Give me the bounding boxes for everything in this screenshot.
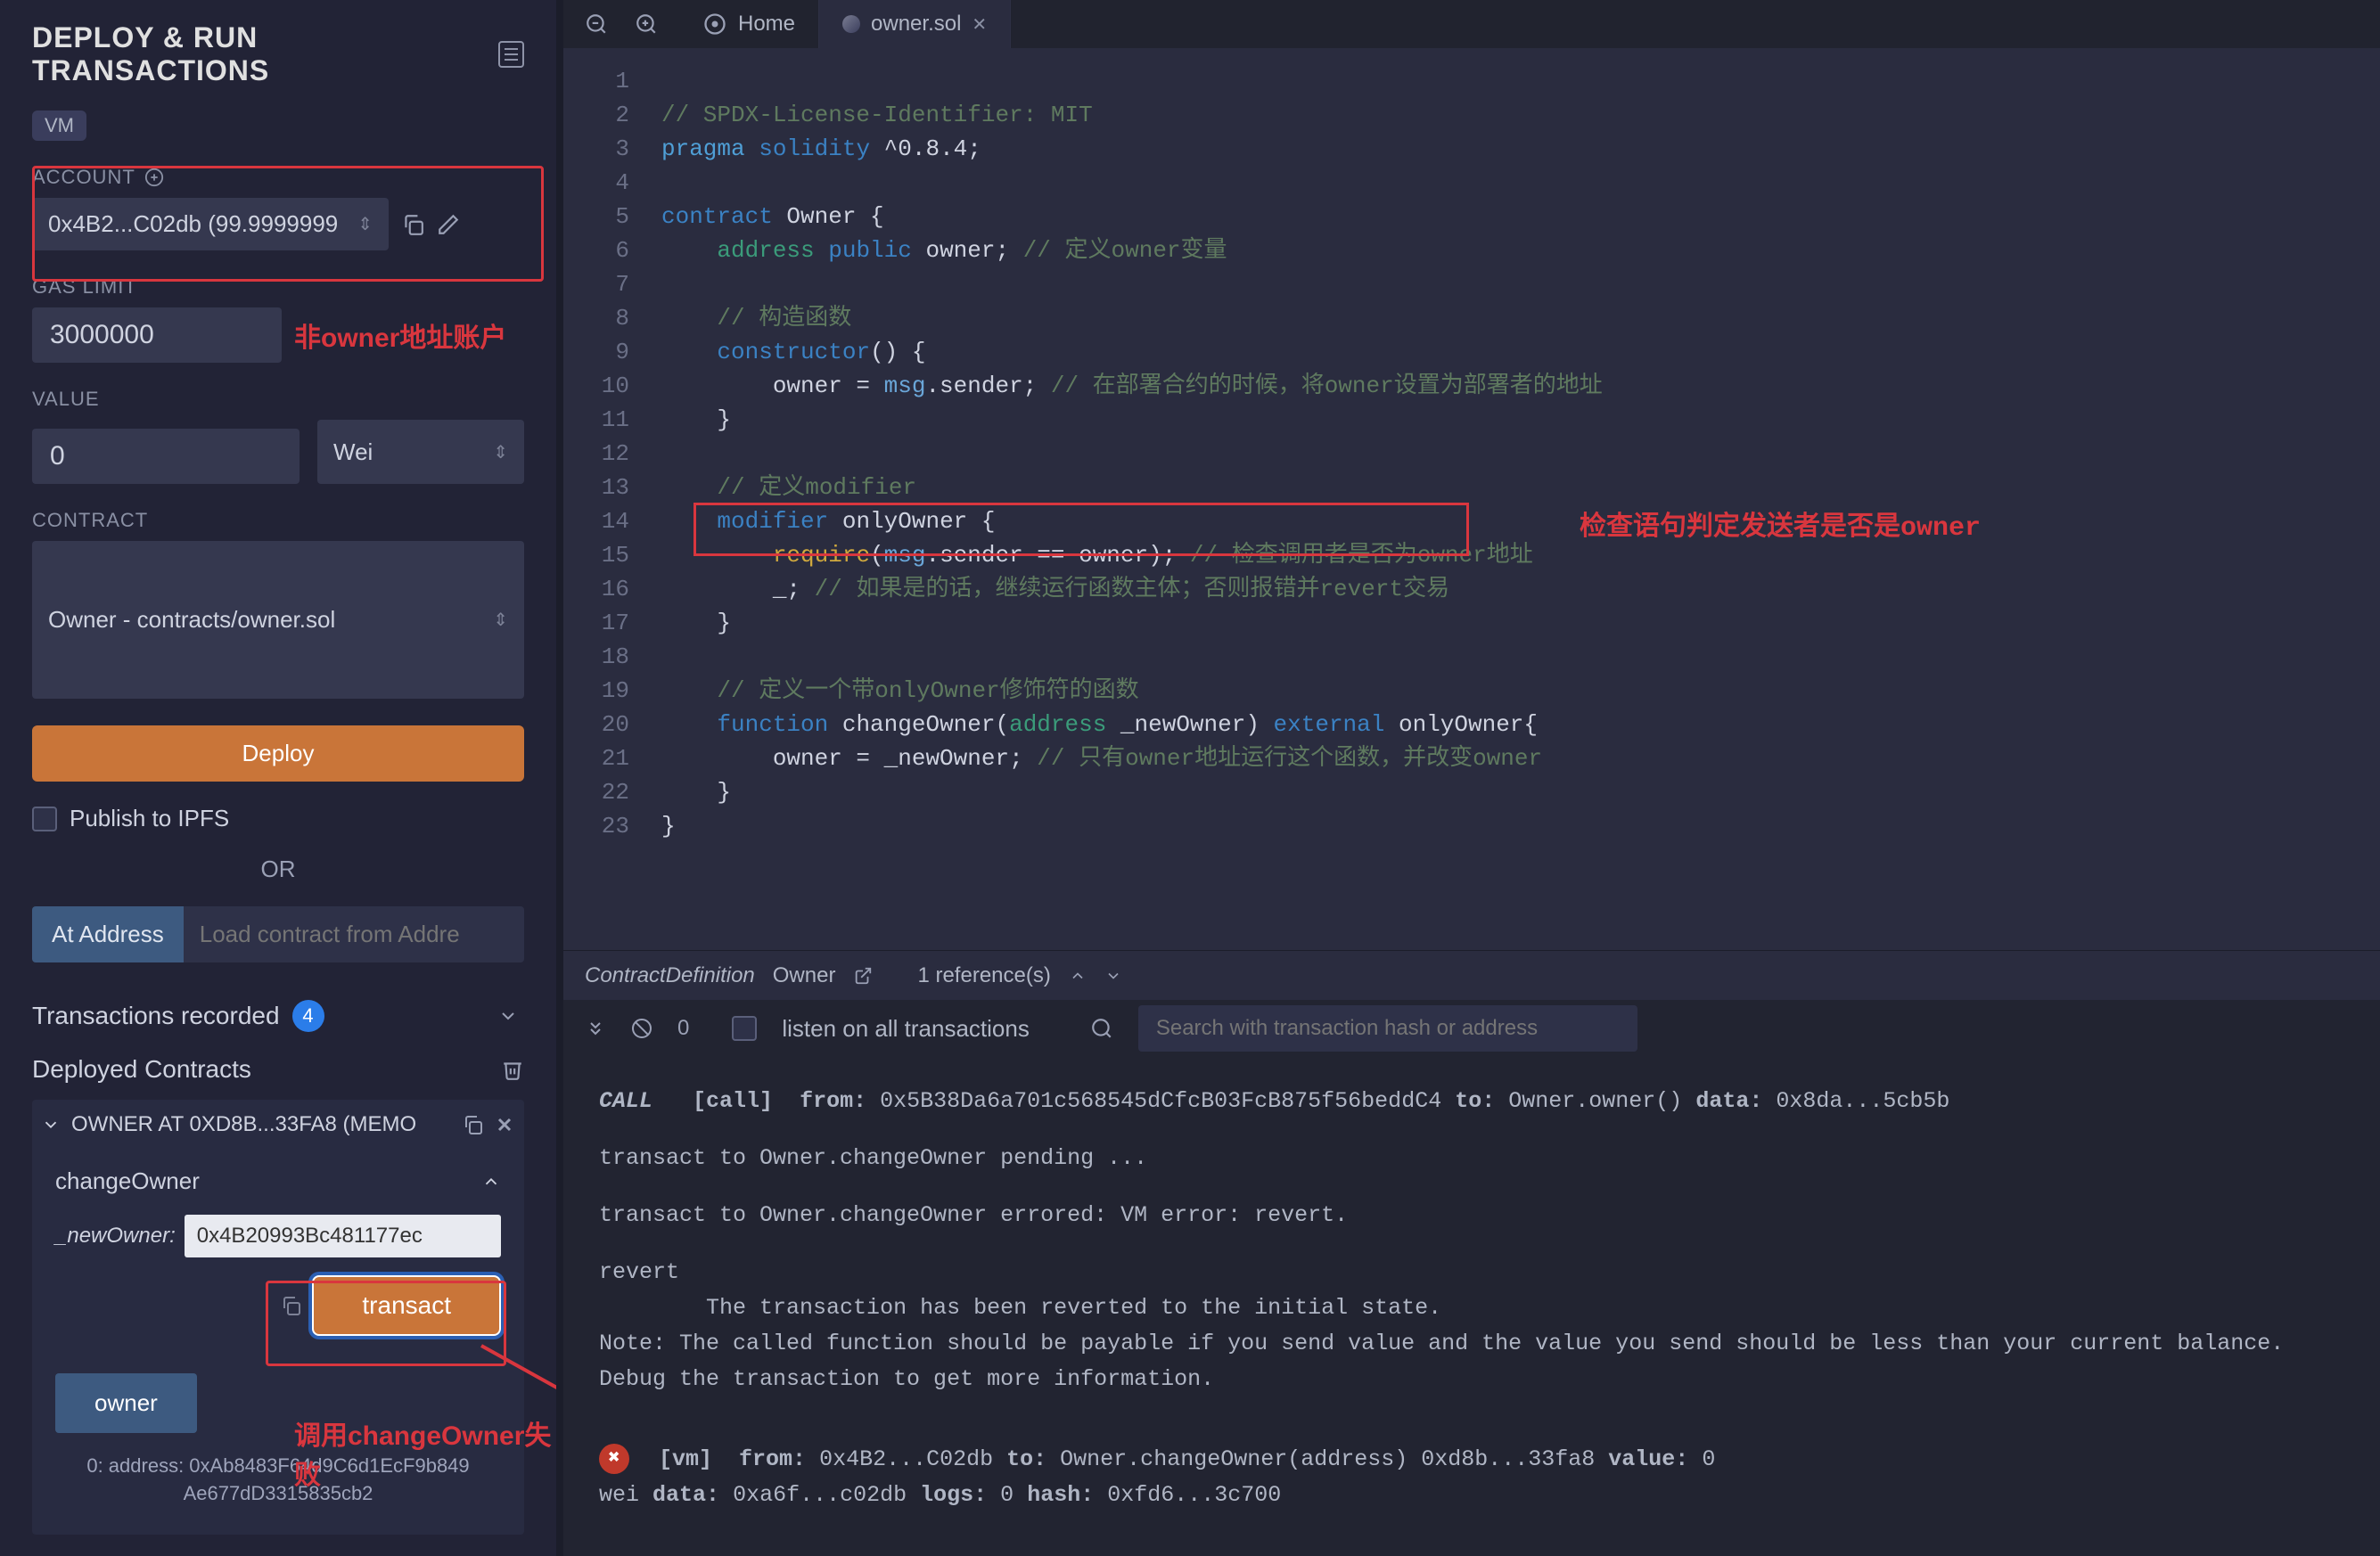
log-line[interactable]: CALL [call] from: 0x5B38Da6a701c568545dC… [599,1084,2344,1119]
chevron-updown-icon: ⇕ [357,213,373,235]
close-icon[interactable]: ✕ [972,13,987,36]
code-content[interactable]: // SPDX-License-Identifier: MIT pragma s… [644,48,1603,950]
address-input[interactable] [184,906,524,962]
pending-count: 0 [677,1016,689,1041]
param-input-newowner[interactable] [185,1215,501,1257]
close-icon[interactable] [494,1114,515,1135]
tab-bar: Home owner.sol ✕ [563,0,2380,48]
log-line: Note: The called function should be paya… [599,1326,2344,1362]
chevron-down-icon[interactable] [497,1005,519,1027]
fn-head-changeowner[interactable]: changeOwner [55,1167,501,1195]
vm-badge: VM [32,111,86,141]
instance-header[interactable]: OWNER AT 0XD8B...33FA8 (MEMO [32,1100,524,1150]
deployed-contracts-head: Deployed Contracts [32,1055,524,1084]
tx-recorded-row[interactable]: Transactions recorded 4 [32,1000,524,1032]
log-line: revert [599,1255,2344,1290]
chevron-updown-icon: ⇕ [493,609,508,631]
trash-icon[interactable] [501,1058,524,1081]
gas-input[interactable] [32,307,282,363]
breadcrumb-bar: ContractDefinition Owner 1 reference(s) [563,950,2380,1000]
value-input[interactable] [32,429,300,484]
tab-home[interactable]: Home [679,0,819,48]
deploy-button[interactable]: Deploy [32,725,524,782]
param-label: _newOwner: [55,1224,176,1249]
checkbox-icon[interactable] [32,807,57,831]
chevron-updown-icon: ⇕ [493,441,508,463]
code-editor[interactable]: 1234567891011121314151617181920212223 //… [563,48,2380,950]
share-icon[interactable] [853,966,873,986]
home-icon [702,12,727,37]
at-address-button[interactable]: At Address [32,906,184,962]
owner-call-button[interactable]: owner [55,1373,197,1433]
account-select[interactable]: 0x4B2...C02db (99.9999999 ⇕ [32,198,389,250]
chevron-up-icon[interactable] [481,1172,501,1192]
anno-account: 非owner地址账户 [294,315,506,355]
gutter: 1234567891011121314151617181920212223 [563,48,644,950]
terminal[interactable]: CALL [call] from: 0x5B38Da6a701c568545dC… [563,1057,2380,1556]
chevron-up-icon[interactable] [1069,967,1087,985]
terminal-toolbar: 0 listen on all transactions [563,1000,2380,1057]
copy-icon[interactable] [280,1295,301,1316]
chevron-down-icon[interactable] [1104,967,1122,985]
chevron-down-icon[interactable] [41,1115,61,1134]
solidity-icon [842,15,860,33]
tx-count-badge: 4 [292,1000,324,1032]
log-line: transact to Owner.changeOwner pending ..… [599,1141,2344,1176]
contract-select[interactable]: Owner - contracts/owner.sol ⇕ [32,541,524,699]
block-icon[interactable] [631,1018,652,1039]
transact-button[interactable]: transact [312,1275,501,1336]
log-line: transact to Owner.changeOwner errored: V… [599,1198,2344,1233]
anno-check: 检查语句判定发送者是否是owner [1580,512,1981,545]
main-area: Home owner.sol ✕ 12345678910111213141516… [563,0,2380,1556]
error-icon: ✖ [599,1444,629,1474]
account-label: ACCOUNT [32,166,524,189]
expand-icon[interactable] [585,1018,606,1039]
publish-row[interactable]: Publish to IPFS [32,805,524,832]
zoom-out-icon[interactable] [585,12,608,36]
panel-title: DEPLOY & RUN TRANSACTIONS [32,21,524,87]
deployed-instance: OWNER AT 0XD8B...33FA8 (MEMO changeOwner… [32,1100,524,1535]
log-line: The transaction has been reverted to the… [599,1290,2344,1326]
copy-icon[interactable] [401,213,424,236]
gas-label: GAS LIMIT [32,275,524,299]
log-line-error[interactable]: ✖ [vm] from: 0x4B2...C02db to: Owner.cha… [599,1442,2344,1513]
listen-checkbox[interactable] [732,1016,757,1041]
copy-icon[interactable] [462,1114,483,1135]
or-divider: OR [32,856,524,883]
contract-label: CONTRACT [32,509,524,532]
panel-divider[interactable] [556,0,563,1556]
panel-title-text: DEPLOY & RUN TRANSACTIONS [32,21,484,87]
unit-select[interactable]: Wei ⇕ [317,420,524,484]
prompt[interactable]: > [599,1549,2344,1556]
zoom-in-icon[interactable] [635,12,658,36]
tx-search-input[interactable] [1138,1005,1637,1052]
search-icon[interactable] [1090,1017,1113,1040]
log-line: Debug the transaction to get more inform… [599,1362,2344,1397]
doc-icon[interactable] [498,41,524,68]
edit-icon[interactable] [437,213,460,236]
deploy-panel: DEPLOY & RUN TRANSACTIONS VM 非owner地址账户 … [0,0,556,1556]
tab-owner-sol[interactable]: owner.sol ✕ [819,0,1011,48]
plus-icon[interactable] [144,168,164,187]
decoded-output: 0: address: 0xAb8483F64d9C6d1EcF9b849 Ae… [55,1453,501,1508]
value-label: VALUE [32,388,524,411]
